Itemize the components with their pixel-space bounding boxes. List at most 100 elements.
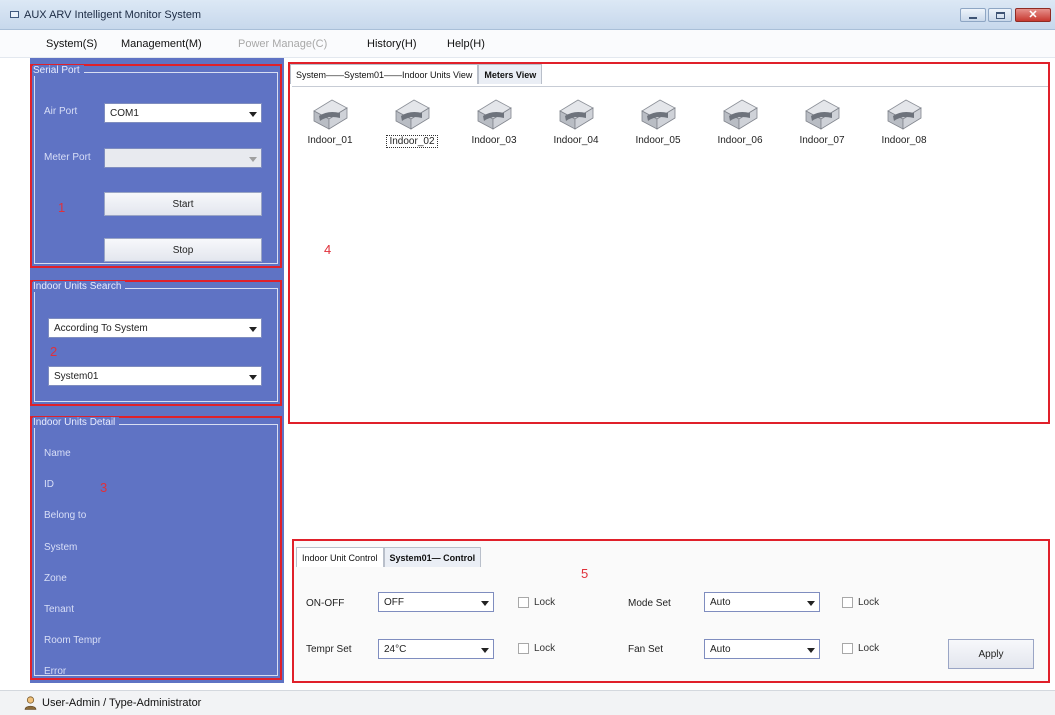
indoor-unit-label: Indoor_07 xyxy=(799,135,845,146)
units-grid: 4 Indoor_01 Indoor_02 Indoor_03 Indoor_04 In… xyxy=(292,86,1048,420)
indoor-unit-item[interactable]: Indoor_02 xyxy=(380,97,444,148)
indoor-unit-label: Indoor_01 xyxy=(307,135,353,146)
tempr-set-select[interactable]: 24°C xyxy=(378,639,494,659)
mode-set-label: Mode Set xyxy=(628,598,671,609)
tempr-set-value: 24°C xyxy=(384,644,407,655)
fan-set-label: Fan Set xyxy=(628,644,664,655)
indoor-unit-label: Indoor_05 xyxy=(635,135,681,146)
menu-system[interactable]: System(S) xyxy=(46,38,97,50)
maximize-icon xyxy=(995,11,1005,19)
indoor-unit-label: Indoor_06 xyxy=(717,135,763,146)
indoor-unit-icon xyxy=(395,99,430,130)
detail-field-zone: Zone xyxy=(44,573,67,584)
left-panel: Serial Port Air Port COM1 Meter Port 1 S… xyxy=(30,58,284,683)
menu-management[interactable]: Management(M) xyxy=(121,38,202,50)
tempr-lock-label: Lock xyxy=(534,643,556,654)
indoor-unit-item[interactable]: Indoor_06 xyxy=(708,97,772,146)
chevron-down-icon xyxy=(249,375,257,380)
minimize-button[interactable] xyxy=(960,8,986,22)
indoor-unit-label: Indoor_04 xyxy=(553,135,599,146)
menu-history[interactable]: History(H) xyxy=(367,38,417,50)
mode-set-value: Auto xyxy=(710,597,731,608)
chevron-down-icon xyxy=(249,327,257,332)
menu-help[interactable]: Help(H) xyxy=(447,38,485,50)
detail-field-system: System xyxy=(44,542,78,553)
air-port-label: Air Port xyxy=(44,106,78,117)
control-area: Indoor Unit Control System01— Control 5 … xyxy=(292,539,1050,683)
search-mode-select[interactable]: According To System xyxy=(48,318,262,338)
fan-lock-checkbox[interactable] xyxy=(842,643,853,654)
detail-field-error: Error xyxy=(44,666,67,677)
indoor-unit-icon xyxy=(805,99,840,130)
close-icon: ✕ xyxy=(1028,8,1038,21)
onoff-lock-checkbox[interactable] xyxy=(518,597,529,608)
detail-field-room-tempr: Room Tempr xyxy=(44,635,102,646)
menu-bar: System(S) Management(M) Power Manage(C) … xyxy=(0,30,1055,58)
tab-indoor-unit-control[interactable]: Indoor Unit Control xyxy=(296,547,384,567)
meter-port-label: Meter Port xyxy=(44,152,91,163)
tab-indoor-units-view[interactable]: System——System01——Indoor Units View xyxy=(290,64,479,84)
indoor-unit-item[interactable]: Indoor_03 xyxy=(462,97,526,146)
tempr-set-label: Tempr Set xyxy=(306,644,352,655)
chevron-down-icon xyxy=(481,601,489,606)
menu-power-manage[interactable]: Power Manage(C) xyxy=(238,38,327,50)
annotation-marker-5: 5 xyxy=(581,566,589,581)
chevron-down-icon xyxy=(807,648,815,653)
tempr-lock-checkbox[interactable] xyxy=(518,643,529,654)
mode-set-select[interactable]: Auto xyxy=(704,592,820,612)
detail-field-tenant: Tenant xyxy=(44,604,75,615)
fan-set-value: Auto xyxy=(710,644,731,655)
app-icon xyxy=(10,11,19,18)
serial-port-title: Serial Port xyxy=(33,65,84,76)
indoor-unit-icon xyxy=(559,99,594,130)
indoor-unit-item[interactable]: Indoor_04 xyxy=(544,97,608,146)
apply-button[interactable]: Apply xyxy=(948,639,1034,669)
annotation-marker-1: 1 xyxy=(58,200,66,215)
stop-button[interactable]: Stop xyxy=(104,238,262,262)
close-button[interactable]: ✕ xyxy=(1015,8,1051,22)
indoor-unit-item[interactable]: Indoor_08 xyxy=(872,97,936,146)
indoor-unit-icon xyxy=(313,99,348,130)
annotation-marker-2: 2 xyxy=(50,344,58,359)
indoor-unit-item[interactable]: Indoor_01 xyxy=(298,97,362,146)
search-mode-value: According To System xyxy=(54,323,148,334)
chevron-down-icon xyxy=(807,601,815,606)
start-button[interactable]: Start xyxy=(104,192,262,216)
indoor-unit-item[interactable]: Indoor_07 xyxy=(790,97,854,146)
annotation-marker-3: 3 xyxy=(100,480,108,495)
view-tab-strip: System——System01——Indoor Units View Mete… xyxy=(290,64,543,84)
user-icon xyxy=(24,696,37,710)
search-title: Indoor Units Search xyxy=(33,281,126,292)
meter-port-select[interactable] xyxy=(104,148,262,168)
onoff-lock-label: Lock xyxy=(534,597,556,608)
status-bar: User-Admin / Type-Administrator xyxy=(0,690,1055,715)
control-tab-strip: Indoor Unit Control System01— Control xyxy=(296,547,482,567)
detail-field-name: Name xyxy=(44,448,71,459)
onoff-select[interactable]: OFF xyxy=(378,592,494,612)
minimize-icon xyxy=(969,17,977,19)
maximize-button[interactable] xyxy=(988,8,1012,22)
tab-system-control[interactable]: System01— Control xyxy=(383,547,482,567)
fan-set-select[interactable]: Auto xyxy=(704,639,820,659)
air-port-select[interactable]: COM1 xyxy=(104,103,262,123)
units-view-area: System——System01——Indoor Units View Mete… xyxy=(288,62,1050,424)
search-system-select[interactable]: System01 xyxy=(48,366,262,386)
detail-group: Indoor Units Detail Name ID 3 Belong to … xyxy=(30,416,282,680)
mode-lock-checkbox[interactable] xyxy=(842,597,853,608)
search-group: Indoor Units Search According To System … xyxy=(30,280,282,406)
indoor-unit-label: Indoor_02 xyxy=(386,135,438,148)
onoff-label: ON-OFF xyxy=(306,598,345,609)
indoor-unit-label: Indoor_08 xyxy=(881,135,927,146)
detail-field-belong-to: Belong to xyxy=(44,510,87,521)
chevron-down-icon xyxy=(249,112,257,117)
status-text: User-Admin / Type-Administrator xyxy=(42,697,202,709)
tab-meters-view[interactable]: Meters View xyxy=(478,64,543,84)
title-bar: AUX ARV Intelligent Monitor System ✕ xyxy=(0,0,1055,30)
window-title: AUX ARV Intelligent Monitor System xyxy=(24,9,202,21)
indoor-unit-icon xyxy=(887,99,922,130)
indoor-unit-item[interactable]: Indoor_05 xyxy=(626,97,690,146)
annotation-marker-4: 4 xyxy=(324,242,332,257)
indoor-unit-icon xyxy=(641,99,676,130)
detail-title: Indoor Units Detail xyxy=(33,417,120,428)
air-port-value: COM1 xyxy=(110,108,139,119)
